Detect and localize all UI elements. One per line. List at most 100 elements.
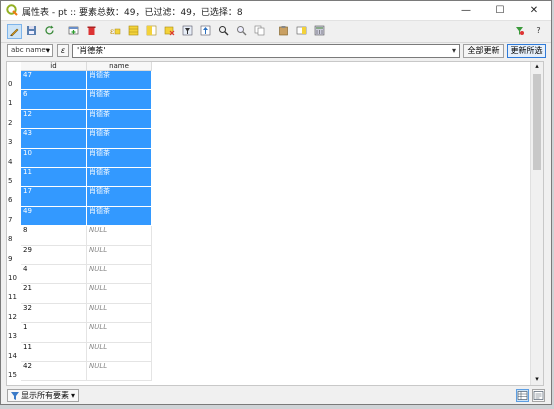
svg-text:ε: ε [110, 27, 114, 36]
cell-name[interactable]: NULL [87, 265, 152, 285]
cell-id[interactable]: 6 [21, 90, 87, 110]
cell-name[interactable]: 肖德茶 [87, 109, 152, 130]
form-view-button[interactable] [532, 389, 545, 402]
cell-id[interactable]: 11 [21, 342, 87, 362]
cell-name[interactable]: NULL [87, 226, 152, 246]
table-view-icon [517, 391, 528, 400]
cell-name[interactable]: NULL [87, 303, 152, 324]
chevron-down-icon: ▾ [70, 391, 75, 400]
cell-id[interactable]: 29 [21, 245, 87, 265]
cell-name[interactable]: NULL [87, 362, 152, 382]
row-number[interactable]: 15 [7, 371, 21, 379]
row-number[interactable]: 7 [7, 216, 21, 224]
row-number[interactable]: 4 [7, 158, 21, 166]
cell-id[interactable]: 49 [21, 206, 87, 227]
form-view-icon [533, 391, 544, 400]
paste-icon[interactable] [277, 24, 292, 39]
cell-id[interactable]: 1 [21, 323, 87, 343]
window-title: 属性表 - pt :: 要素总数：49，已过滤：49，已选择：8 [22, 8, 243, 18]
row-number[interactable]: 6 [7, 196, 21, 204]
cell-id[interactable]: 21 [21, 284, 87, 304]
cell-id[interactable]: 43 [21, 129, 87, 149]
cell-name[interactable]: 肖德茶 [87, 71, 152, 91]
move-top-icon[interactable] [199, 24, 214, 39]
row-number[interactable]: 0 [7, 80, 21, 88]
scroll-down-icon[interactable]: ▾ [531, 375, 543, 385]
cell-name[interactable]: NULL [87, 342, 152, 362]
vertical-scrollbar[interactable]: ▴ ▾ [530, 62, 543, 385]
maximize-button[interactable]: ☐ [483, 1, 517, 20]
cell-id[interactable]: 17 [21, 187, 87, 207]
select-all-icon[interactable] [127, 24, 142, 39]
table-view-button[interactable] [516, 389, 529, 402]
scroll-up-icon[interactable]: ▴ [531, 62, 543, 72]
copy-icon[interactable] [253, 24, 268, 39]
cell-id[interactable]: 47 [21, 71, 87, 91]
feature-filter-label: 显示所有要素 [21, 391, 69, 400]
close-button[interactable]: ✕ [517, 1, 551, 20]
row-number[interactable]: 13 [7, 332, 21, 340]
cell-name[interactable]: 肖德茶 [87, 187, 152, 207]
cell-name[interactable]: 肖德茶 [87, 168, 152, 188]
minimize-button[interactable]: — [449, 1, 483, 20]
row-number[interactable]: 9 [7, 255, 21, 263]
bottom-bar: 显示所有要素 ▾ [1, 387, 551, 404]
operator-dropdown-icon[interactable]: ▾ [46, 44, 50, 57]
chevron-down-icon: ▾ [451, 46, 456, 55]
row-number[interactable]: 2 [7, 119, 21, 127]
update-selected-button[interactable]: 更新所选 [507, 44, 546, 58]
table-header: id name [7, 62, 543, 71]
row-number[interactable]: 14 [7, 352, 21, 360]
cell-id[interactable]: 10 [21, 148, 87, 168]
row-number[interactable]: 12 [7, 313, 21, 321]
attribute-table[interactable]: id name 0 47 肖德茶 1 6 肖德茶 2 12 肖德茶 3 43 肖德茶 4 10 肖德茶 5 11… [6, 61, 544, 386]
pan-to-icon[interactable] [217, 24, 232, 39]
feature-filter-button[interactable]: 显示所有要素 ▾ [7, 389, 79, 402]
help-icon[interactable]: ? [531, 24, 546, 39]
filter-map-icon[interactable] [181, 24, 196, 39]
cell-name[interactable]: 肖德茶 [87, 148, 152, 168]
expression-input[interactable]: '肖德茶' ▾ [72, 44, 460, 58]
row-number[interactable]: 1 [7, 99, 21, 107]
deselect-icon[interactable] [163, 24, 178, 39]
cell-name[interactable]: 肖德茶 [87, 90, 152, 110]
attribute-table-window: 属性表 - pt :: 要素总数：49，已过滤：49，已选择：8 — ☐ ✕ ε [0, 0, 552, 405]
row-number[interactable]: 11 [7, 293, 21, 301]
row-number[interactable]: 10 [7, 274, 21, 282]
cell-id[interactable]: 42 [21, 362, 87, 382]
row-number[interactable]: 5 [7, 177, 21, 185]
save-icon[interactable] [25, 24, 40, 39]
cell-id[interactable]: 8 [21, 226, 87, 246]
add-feature-icon[interactable] [67, 24, 82, 39]
row-number[interactable]: 8 [7, 235, 21, 243]
filter-icon [11, 392, 19, 400]
invert-selection-icon[interactable] [145, 24, 160, 39]
expression-bar: abc name ▾ ▾ ε '肖德茶' ▾ 全部更新 更新所选 [1, 43, 551, 59]
column-header-id[interactable]: id [21, 62, 87, 71]
cell-id[interactable]: 32 [21, 303, 87, 324]
row-number[interactable]: 3 [7, 138, 21, 146]
zoom-to-icon[interactable] [235, 24, 250, 39]
conditional-format-icon[interactable] [513, 24, 528, 39]
field-calculator-icon[interactable] [313, 24, 328, 39]
delete-icon[interactable] [85, 24, 100, 39]
cell-name[interactable]: 肖德茶 [87, 206, 152, 227]
cell-id[interactable]: 4 [21, 265, 87, 285]
qgis-logo-icon [6, 4, 18, 16]
new-field-icon[interactable] [295, 24, 310, 39]
scrollbar-thumb[interactable] [533, 74, 541, 170]
select-expression-icon[interactable]: ε [109, 24, 124, 39]
reload-icon[interactable] [43, 24, 58, 39]
cell-name[interactable]: 肖德茶 [87, 129, 152, 149]
toolbar: ε ? [1, 21, 551, 43]
column-header-name[interactable]: name [87, 62, 152, 71]
title-bar[interactable]: 属性表 - pt :: 要素总数：49，已过滤：49，已选择：8 — ☐ ✕ [1, 1, 551, 21]
cell-id[interactable]: 11 [21, 168, 87, 188]
cell-name[interactable]: NULL [87, 284, 152, 304]
cell-id[interactable]: 12 [21, 109, 87, 130]
edit-pencil-icon[interactable] [7, 24, 22, 39]
expression-builder-button[interactable]: ε [57, 44, 69, 57]
cell-name[interactable]: NULL [87, 323, 152, 343]
cell-name[interactable]: NULL [87, 245, 152, 265]
update-all-button[interactable]: 全部更新 [463, 44, 504, 58]
